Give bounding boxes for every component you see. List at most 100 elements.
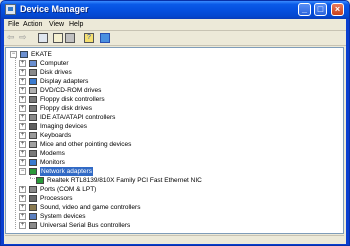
expand-icon[interactable]: +: [19, 69, 26, 76]
tree-item-label: Computer: [40, 60, 69, 67]
tree-item-realtek-nic[interactable]: Realtek RTL8139/810X Family PCI Fast Eth…: [26, 176, 326, 185]
tree-item-label: Display adapters: [40, 78, 89, 85]
keyboard-icon: [29, 132, 37, 139]
collapse-icon[interactable]: −: [10, 51, 17, 58]
help-icon[interactable]: ?: [84, 33, 94, 43]
print-icon[interactable]: [65, 33, 75, 43]
window-title: Device Manager: [20, 4, 89, 14]
modem-icon: [29, 150, 37, 157]
monitor-icon: [29, 159, 37, 166]
mouse-icon: [29, 141, 37, 148]
collapse-icon[interactable]: −: [19, 168, 26, 175]
tree-item-label: Imaging devices: [40, 123, 87, 130]
expand-icon[interactable]: +: [19, 159, 26, 166]
tree-item-label: Disk drives: [40, 69, 72, 76]
view-devices-icon[interactable]: [38, 33, 48, 43]
tree-item-mice-and-other-pointing-devices[interactable]: + Mice and other pointing devices: [19, 140, 319, 149]
tree-item-disk-drives[interactable]: + Disk drives: [19, 68, 319, 77]
tree-item-label: Sound, video and game controllers: [40, 204, 141, 211]
status-bar: [5, 235, 344, 244]
tree-item-floppy-disk-controllers[interactable]: + Floppy disk controllers: [19, 95, 319, 104]
tree-item-label: Floppy disk drives: [40, 105, 93, 112]
system-device-icon: [29, 213, 37, 220]
tree-item-network-adapters[interactable]: − Network adapters: [19, 167, 319, 176]
expand-icon[interactable]: +: [19, 123, 26, 130]
expand-icon[interactable]: +: [19, 114, 26, 121]
tree-item-ports-com-lpt[interactable]: + Ports (COM & LPT): [19, 185, 319, 194]
tree-item-label: IDE ATA/ATAPI controllers: [40, 114, 116, 121]
device-tree[interactable]: − EKATE + Computer + Disk drives + Display ad…: [5, 47, 344, 234]
network-adapter-icon: [29, 168, 37, 175]
tree-item-processors[interactable]: + Processors: [19, 194, 319, 203]
client-area: File Action View Help ⇦ ⇨ ? − EKATE + Co…: [4, 19, 346, 244]
tree-item-ide-ata-atapi-controllers[interactable]: + IDE ATA/ATAPI controllers: [19, 113, 319, 122]
title-bar[interactable]: Device Manager _ □ ×: [1, 1, 349, 19]
tree-item-label: System devices: [40, 213, 86, 220]
disk-drive-icon: [29, 69, 37, 76]
toolbar: ⇦ ⇨ ?: [4, 31, 346, 46]
expand-icon[interactable]: +: [19, 60, 26, 67]
tree-item-label: Processors: [40, 195, 73, 202]
port-icon: [29, 186, 37, 193]
tree-root-label: EKATE: [31, 51, 52, 58]
tree-item-computer[interactable]: + Computer: [19, 59, 319, 68]
tree-item-imaging-devices[interactable]: + Imaging devices: [19, 122, 319, 131]
display-adapter-icon: [29, 78, 37, 85]
tree-item-label: Universal Serial Bus controllers: [40, 222, 131, 229]
forward-arrow-icon[interactable]: ⇨: [19, 33, 29, 43]
expand-icon[interactable]: +: [19, 96, 26, 103]
menu-bar: File Action View Help: [4, 19, 346, 31]
expand-icon[interactable]: +: [19, 105, 26, 112]
maximize-button[interactable]: □: [314, 3, 327, 16]
tree-item-dvd-cd-rom-drives[interactable]: + DVD/CD-ROM drives: [19, 86, 319, 95]
expand-icon[interactable]: +: [19, 222, 26, 229]
tree-item-label: Monitors: [40, 159, 65, 166]
tree-root[interactable]: − EKATE: [10, 50, 210, 59]
expand-icon[interactable]: +: [19, 213, 26, 220]
menu-file[interactable]: File: [8, 21, 19, 28]
tree-item-keyboards[interactable]: + Keyboards: [19, 131, 319, 140]
menu-help[interactable]: Help: [69, 21, 83, 28]
tree-item-universal-serial-bus-controllers[interactable]: + Universal Serial Bus controllers: [19, 221, 319, 230]
floppy-controller-icon: [29, 96, 37, 103]
tree-item-label: DVD/CD-ROM drives: [40, 87, 102, 94]
expand-icon[interactable]: +: [19, 78, 26, 85]
cd-drive-icon: [29, 87, 37, 94]
scan-hardware-icon[interactable]: [100, 33, 110, 43]
minimize-button[interactable]: _: [298, 3, 311, 16]
floppy-drive-icon: [29, 105, 37, 112]
device-manager-window: Device Manager _ □ × File Action View He…: [0, 0, 350, 246]
tree-item-label: Modems: [40, 150, 65, 157]
tree-item-label: Mice and other pointing devices: [40, 141, 132, 148]
computer-root-icon: [20, 51, 28, 58]
tree-item-display-adapters[interactable]: + Display adapters: [19, 77, 319, 86]
menu-view[interactable]: View: [49, 21, 64, 28]
tree-item-label: Network adapters: [40, 167, 93, 176]
expand-icon[interactable]: +: [19, 132, 26, 139]
close-button[interactable]: ×: [331, 3, 344, 16]
device-manager-icon: [5, 4, 16, 15]
usb-icon: [29, 222, 37, 229]
tree-item-floppy-disk-drives[interactable]: + Floppy disk drives: [19, 104, 319, 113]
tree-item-label: Floppy disk controllers: [40, 96, 105, 103]
tree-item-system-devices[interactable]: + System devices: [19, 212, 319, 221]
expand-icon[interactable]: +: [19, 186, 26, 193]
expand-icon[interactable]: +: [19, 195, 26, 202]
tree-item-label: Realtek RTL8139/810X Family PCI Fast Eth…: [47, 177, 202, 184]
back-arrow-icon[interactable]: ⇦: [7, 33, 17, 43]
tree-item-modems[interactable]: + Modems: [19, 149, 319, 158]
processor-icon: [29, 195, 37, 202]
tree-item-monitors[interactable]: + Monitors: [19, 158, 319, 167]
expand-icon[interactable]: +: [19, 150, 26, 157]
menu-action[interactable]: Action: [23, 21, 42, 28]
computer-icon: [29, 60, 37, 67]
ide-controller-icon: [29, 114, 37, 121]
expand-icon[interactable]: +: [19, 141, 26, 148]
nic-icon: [36, 177, 44, 184]
expand-icon[interactable]: +: [19, 204, 26, 211]
sound-icon: [29, 204, 37, 211]
properties-icon[interactable]: [53, 33, 63, 43]
expand-icon[interactable]: +: [19, 87, 26, 94]
tree-item-sound-video-and-game-controllers[interactable]: + Sound, video and game controllers: [19, 203, 319, 212]
tree-item-label: Keyboards: [40, 132, 72, 139]
